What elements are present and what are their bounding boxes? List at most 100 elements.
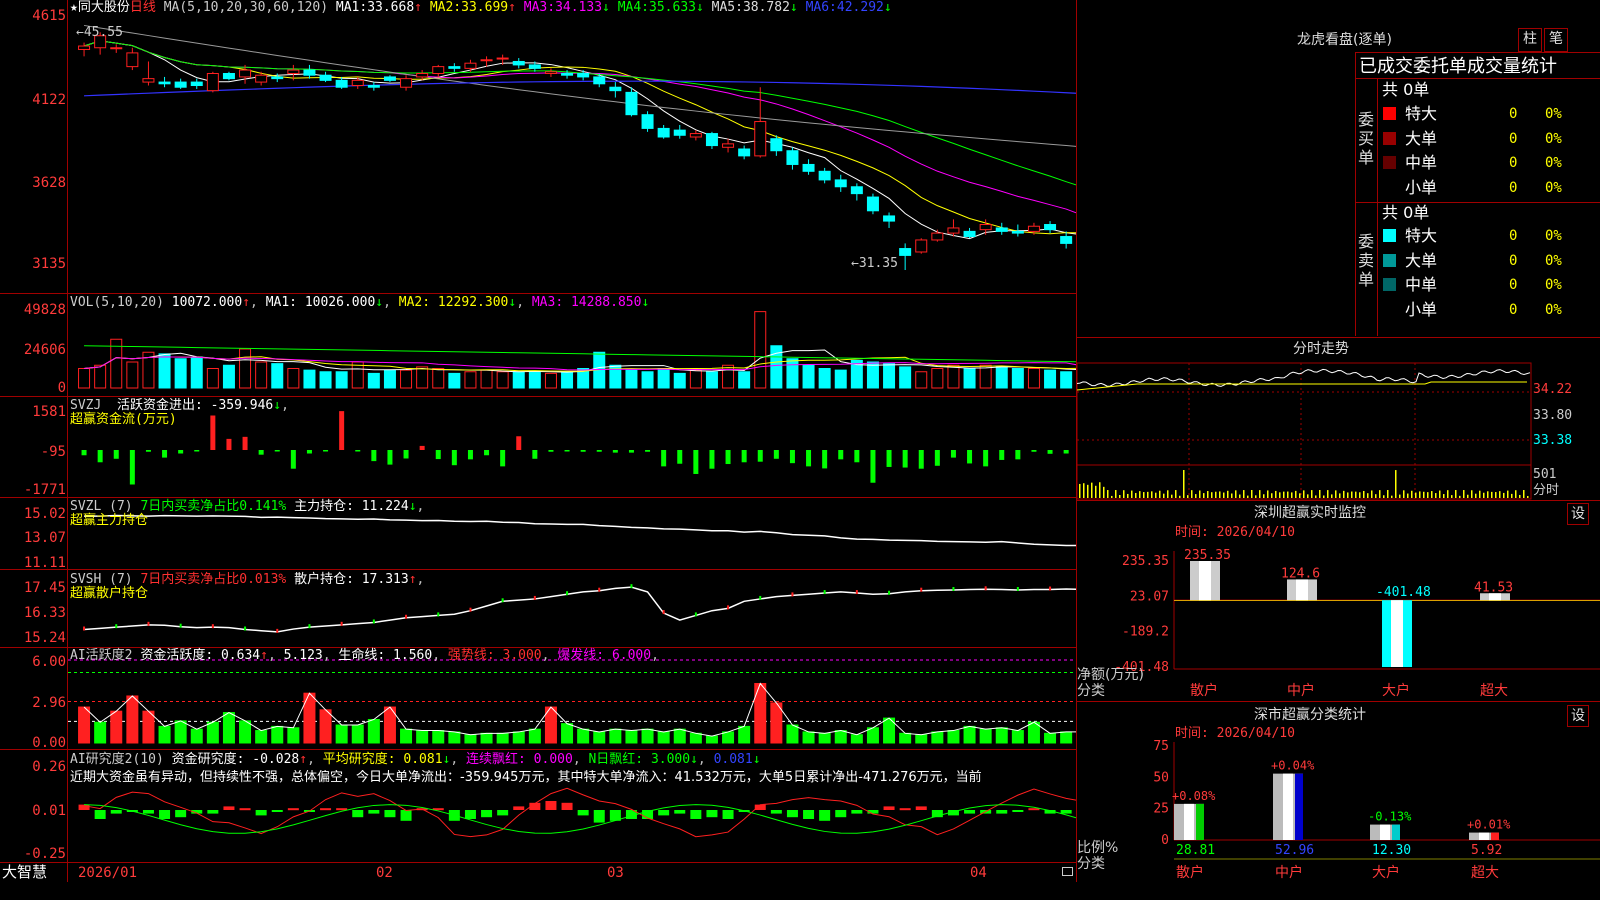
chart-header: ★同大股份日线 MA(5,10,20,30,60,120) MA1:33.668… (70, 0, 892, 16)
research-bar (819, 810, 831, 821)
research-bar (94, 810, 106, 819)
activity-bar (367, 718, 380, 744)
research-bar (996, 810, 1008, 814)
intraday-panel[interactable]: 分时走势 34.22 33.80 33.38 501 分时 (1077, 338, 1600, 500)
candle-body (126, 52, 139, 68)
candle-body (915, 239, 928, 253)
fund-flow-bar (902, 450, 908, 468)
candle-body (818, 170, 831, 181)
brand-label: 大智慧 (2, 863, 48, 881)
intraday-vol-bar (1355, 491, 1357, 498)
volume-bar (206, 368, 219, 389)
activity-bar (319, 709, 332, 744)
intraday-vol-bar (1259, 490, 1261, 498)
candle-body (448, 66, 461, 69)
volume-bar (802, 364, 815, 389)
intraday-vol-bar (1167, 490, 1169, 498)
activity-bar (577, 728, 590, 744)
fund-flow-bar (1015, 450, 1021, 460)
candle-body (1027, 225, 1040, 232)
volume-bar (126, 361, 139, 389)
sell-row-name: 大单 (1405, 250, 1438, 270)
ma-line (83, 40, 1076, 235)
fund-flow-bar (242, 436, 248, 450)
high-price-mark: ←45.55 (76, 25, 123, 40)
volume-bar (367, 372, 380, 389)
candle-body (319, 74, 332, 81)
candle-body (367, 85, 380, 88)
price-axis-label: 4122 (32, 92, 66, 108)
volume-bar (963, 368, 976, 389)
intraday-vol-bar (1519, 494, 1521, 498)
buy-total: 共 0单 (1382, 80, 1430, 99)
activity-bar (464, 734, 477, 744)
candle-body (705, 133, 718, 147)
intraday-vol-bar (1351, 491, 1353, 498)
sell-row-pct: 0% (1545, 228, 1562, 244)
fund-flow-bar (709, 450, 715, 469)
period-label[interactable]: 日线 (130, 0, 156, 15)
tab-pen-chart[interactable]: 笔 (1544, 28, 1568, 52)
activity-bar (899, 732, 912, 744)
research-bar (481, 810, 493, 818)
favorite-star-icon[interactable]: ★ (70, 0, 78, 15)
fund-flow-bar (419, 445, 425, 450)
fund-flow-bar (741, 450, 747, 463)
avg-line (1077, 381, 1527, 391)
retail-tick (920, 587, 923, 592)
retail-tick (984, 586, 987, 591)
main-chart-area[interactable]: ★同大股份日线 MA(5,10,20,30,60,120) MA1:33.668… (0, 0, 1076, 882)
class-delta-label: +0.04% (1271, 759, 1315, 773)
buy-swatch (1383, 107, 1396, 120)
volume-bar (1011, 368, 1024, 389)
volume-bar (496, 371, 509, 389)
candle-body (142, 78, 155, 83)
activity-bar (512, 731, 525, 744)
activity-bar (818, 732, 831, 744)
sz-monitor-panel: 深圳超赢实时监控 设 时间: 2026/04/10 235.35 23.07 -18… (1077, 501, 1600, 701)
retail-tick (727, 605, 730, 610)
sell-row-count: 0 (1509, 277, 1518, 293)
volume-bar (818, 368, 831, 389)
activity-bar (94, 721, 107, 744)
intraday-vol-bar (1255, 495, 1257, 498)
ai2-axis-label: 0.01 (32, 803, 66, 819)
sz-class-chart: 75 50 25 0 +0.08% 28.81 散户 +0.04% 52.96 中户 -0.13% 1… (1077, 739, 1600, 881)
buy-swatch (1383, 131, 1396, 145)
ai2-axis-label: 0.26 (32, 759, 66, 775)
indicator-charts (68, 24, 1076, 838)
activity-bar (561, 723, 574, 744)
ma-params: MA(5,10,20,30,60,120) (163, 0, 329, 15)
retail-tick (115, 624, 118, 629)
activity-bar (834, 730, 847, 744)
activity-bar (448, 731, 461, 744)
fund-flow-bar (934, 450, 940, 466)
buy-row-pct: 0% (1545, 106, 1562, 122)
retail-tick (405, 614, 408, 619)
class-delta-label: +0.08% (1172, 789, 1216, 803)
intraday-vol-bar (1479, 490, 1481, 498)
tab-bar-chart[interactable]: 柱 (1518, 28, 1542, 52)
research-bar (223, 806, 235, 810)
intraday-vol-bar (1119, 494, 1121, 498)
class-bar-highlight (1184, 803, 1194, 840)
fund-flow-bar (1047, 450, 1053, 454)
activity-bar (126, 695, 139, 744)
intraday-vol-bar (1127, 493, 1129, 498)
activity-bar (158, 725, 171, 744)
research-bar (593, 810, 605, 823)
intraday-vol-bar (1387, 490, 1389, 498)
svzl-axis-label: 11.11 (23, 555, 66, 571)
class-value-label: 12.30 (1372, 843, 1411, 858)
class-value-label: 52.96 (1275, 843, 1314, 858)
intraday-vol-bar (1391, 495, 1393, 498)
intraday-vol-bar (1367, 493, 1369, 498)
lock-icon[interactable] (1062, 867, 1073, 876)
volume-bar (287, 368, 300, 389)
buy-row-name: 特大 (1405, 104, 1438, 123)
class-xlabel: 分类 (1077, 856, 1105, 872)
volume-bar (78, 368, 91, 389)
activity-bar (528, 728, 541, 744)
intraday-vol-bar (1363, 490, 1365, 498)
activity-bar (738, 725, 751, 744)
